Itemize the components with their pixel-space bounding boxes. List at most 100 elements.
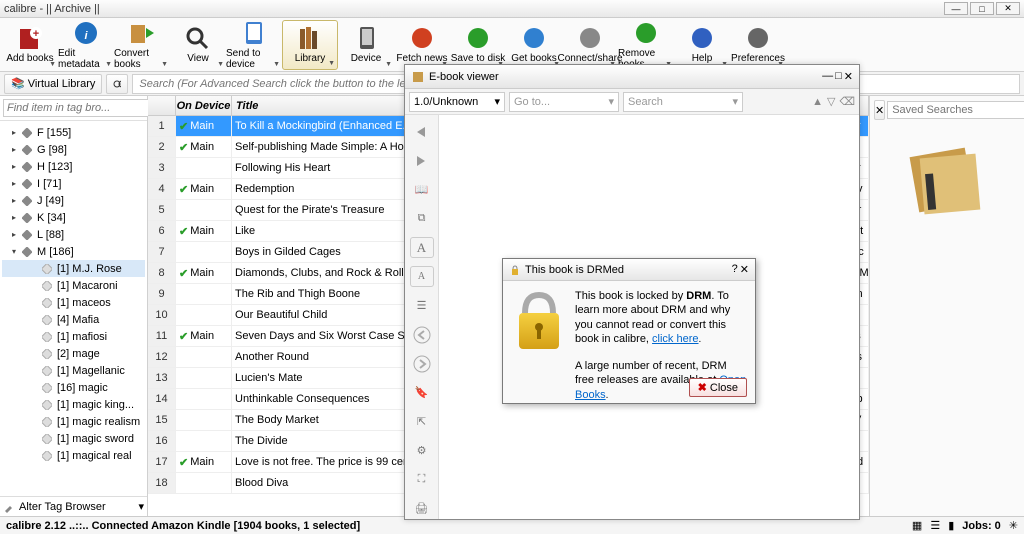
diamond-icon bbox=[42, 417, 54, 427]
convert-icon bbox=[128, 20, 156, 46]
jobs-label[interactable]: Jobs: 0 bbox=[962, 520, 1001, 532]
clear-search-button[interactable]: ✕ bbox=[874, 100, 885, 120]
tag-item[interactable]: [4] Mafia bbox=[2, 311, 145, 328]
viewer-section-combo[interactable]: 1.0/Unknown▾ bbox=[409, 92, 505, 112]
layout-grid-icon[interactable]: ▦ bbox=[912, 519, 922, 532]
open-book-icon[interactable]: 📖 bbox=[410, 179, 434, 200]
check-icon: ✔ bbox=[179, 120, 188, 133]
tag-category[interactable]: ▸I [71] bbox=[2, 175, 145, 192]
viewer-next-match-icon[interactable]: ▽ bbox=[827, 95, 835, 108]
tag-item[interactable]: [2] mage bbox=[2, 345, 145, 362]
viewer-minimize-button[interactable]: — bbox=[822, 70, 833, 83]
print-icon[interactable]: 🖨 bbox=[410, 498, 434, 519]
dialog-help-button[interactable]: ? bbox=[732, 263, 738, 276]
toolbar-extra-6[interactable]: Preferences▼ bbox=[730, 20, 786, 70]
toolbar-send-button[interactable]: Send to device▼ bbox=[226, 20, 282, 70]
tag-item[interactable]: [1] magic king... bbox=[2, 396, 145, 413]
virtual-library-button[interactable]: 📚Virtual Library bbox=[4, 74, 102, 94]
toolbar-extra-0[interactable]: Fetch news▼ bbox=[394, 20, 450, 70]
toc-icon[interactable]: ☰ bbox=[410, 295, 434, 316]
close-x-icon: ✖ bbox=[698, 381, 707, 394]
spinner-icon: ✳ bbox=[1009, 519, 1018, 532]
drm-dialog-title: This book is DRMed bbox=[525, 264, 624, 276]
toolbar-add-book-button[interactable]: +Add books▼ bbox=[2, 20, 58, 70]
toolbar-extra-2[interactable]: Get books▼ bbox=[506, 20, 562, 70]
diamond-icon bbox=[22, 247, 34, 257]
diamond-icon bbox=[42, 366, 54, 376]
check-icon: ✔ bbox=[179, 456, 188, 469]
viewer-prev-match-icon[interactable]: ▲ bbox=[812, 96, 823, 108]
layout-cover-icon[interactable]: ▮ bbox=[948, 519, 954, 532]
viewer-side-toolbar: 📖 ⧉ A A ☰ 🔖 ⇱ ⚙ ⛶ 🖨 bbox=[405, 115, 439, 519]
prev-page-icon[interactable] bbox=[410, 324, 434, 345]
toolbar-extra-1[interactable]: Save to disk▼ bbox=[450, 20, 506, 70]
tag-category[interactable]: ▸G [98] bbox=[2, 141, 145, 158]
window-title: calibre - || Archive || bbox=[4, 3, 100, 15]
column-on-device[interactable]: On Device bbox=[176, 96, 232, 115]
settings-icon[interactable]: ⚙ bbox=[410, 440, 434, 461]
dialog-close-button[interactable]: ✖ Close bbox=[689, 378, 747, 397]
bookmark-icon[interactable]: 🔖 bbox=[410, 382, 434, 403]
diamond-icon bbox=[22, 145, 34, 155]
close-button[interactable]: ✕ bbox=[996, 2, 1020, 15]
tag-category[interactable]: ▸L [88] bbox=[2, 226, 145, 243]
toolbar-extra-5[interactable]: Help▼ bbox=[674, 20, 730, 70]
viewer-goto-combo[interactable]: Go to...▾ bbox=[509, 92, 619, 112]
font-smaller-icon[interactable]: A bbox=[410, 266, 434, 287]
lock-small-icon bbox=[509, 264, 521, 276]
tag-item[interactable]: [16] magic bbox=[2, 379, 145, 396]
binoculars-icon bbox=[113, 78, 121, 90]
fullscreen-icon[interactable]: ⛶ bbox=[410, 469, 434, 490]
toolbar-extra-3[interactable]: Connect/share▼ bbox=[562, 20, 618, 70]
toolbar-library-button[interactable]: Library▼ bbox=[282, 20, 338, 70]
tag-item[interactable]: [1] magic realism bbox=[2, 413, 145, 430]
tag-category[interactable]: ▸H [123] bbox=[2, 158, 145, 175]
forward-arrow-icon[interactable] bbox=[410, 150, 434, 171]
tag-item[interactable]: [1] M.J. Rose bbox=[2, 260, 145, 277]
viewer-close-button[interactable]: ✕ bbox=[844, 70, 853, 83]
copy-icon[interactable]: ⧉ bbox=[410, 208, 434, 229]
tag-item[interactable]: [1] Macaroni bbox=[2, 277, 145, 294]
diamond-icon bbox=[42, 400, 54, 410]
alter-tag-button[interactable]: Alter Tag Browser bbox=[19, 501, 106, 513]
diamond-icon bbox=[22, 128, 34, 138]
reference-icon[interactable]: ⇱ bbox=[410, 411, 434, 432]
viewer-clear-icon[interactable]: ⌫ bbox=[839, 95, 855, 108]
drm-learn-link[interactable]: click here bbox=[652, 333, 698, 345]
toolbar-extra-4[interactable]: Remove books▼ bbox=[618, 20, 674, 70]
main-titlebar: calibre - || Archive || — □ ✕ bbox=[0, 0, 1024, 18]
viewer-search-input[interactable]: Search▾ bbox=[623, 92, 743, 112]
tag-find-input[interactable] bbox=[3, 99, 154, 117]
layout-list-icon[interactable]: ☰ bbox=[930, 519, 940, 532]
toolbar-device-button[interactable]: Device▼ bbox=[338, 20, 394, 70]
diamond-icon bbox=[22, 196, 34, 206]
tag-item[interactable]: [1] magic sword bbox=[2, 430, 145, 447]
next-page-icon[interactable] bbox=[410, 353, 434, 374]
tag-item[interactable]: [1] maceos bbox=[2, 294, 145, 311]
viewer-maximize-button[interactable]: □ bbox=[835, 70, 842, 83]
back-arrow-icon[interactable] bbox=[410, 121, 434, 142]
column-index[interactable] bbox=[148, 96, 176, 115]
toolbar-info-button[interactable]: iEdit metadata▼ bbox=[58, 20, 114, 70]
viewer-title: E-book viewer bbox=[429, 71, 499, 83]
minimize-button[interactable]: — bbox=[944, 2, 968, 15]
maximize-button[interactable]: □ bbox=[970, 2, 994, 15]
tag-item[interactable]: [1] magical real bbox=[2, 447, 145, 464]
diamond-icon bbox=[42, 264, 54, 274]
toolbar-convert-button[interactable]: Convert books▼ bbox=[114, 20, 170, 70]
tag-item[interactable]: [1] Magellanic bbox=[2, 362, 145, 379]
advanced-search-button[interactable] bbox=[106, 74, 128, 94]
status-text: calibre 2.12 ..::.. Connected Amazon Kin… bbox=[6, 520, 360, 532]
tag-category[interactable]: ▸J [49] bbox=[2, 192, 145, 209]
tag-item[interactable]: [1] mafiosi bbox=[2, 328, 145, 345]
dialog-close-x-button[interactable]: ✕ bbox=[740, 263, 749, 276]
toolbar-view-button[interactable]: View▼ bbox=[170, 20, 226, 70]
tag-category[interactable]: ▸F [155] bbox=[2, 124, 145, 141]
send-icon bbox=[240, 20, 268, 46]
diamond-icon bbox=[42, 332, 54, 342]
tag-category[interactable]: ▾M [186] bbox=[2, 243, 145, 260]
saved-searches-dropdown[interactable] bbox=[887, 101, 1024, 119]
font-bigger-icon[interactable]: A bbox=[410, 237, 434, 258]
check-icon: ✔ bbox=[179, 225, 188, 238]
tag-category[interactable]: ▸K [34] bbox=[2, 209, 145, 226]
